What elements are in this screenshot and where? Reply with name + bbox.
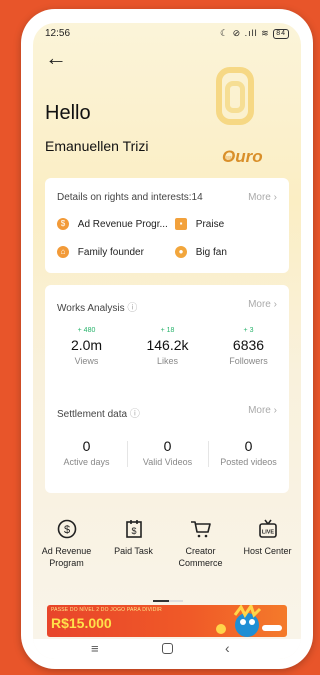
dollar-calendar-icon: $ [125, 520, 142, 538]
chevron-right-icon: › [273, 299, 277, 310]
works-title: Works Analysis ⓘ [57, 303, 138, 314]
promo-banner[interactable]: PASSE DO NÍVEL 2 DO JOGO PARA DIVIDIR R$… [47, 605, 287, 637]
stat-valid-videos[interactable]: 0 Valid Videos [127, 435, 208, 467]
stat-followers[interactable]: + 3 6836 Followers [208, 327, 289, 366]
back-nav-icon[interactable]: ‹ [225, 640, 230, 656]
info-icon[interactable]: ⓘ [130, 409, 140, 420]
rights-card[interactable]: Details on rights and interests:14 More … [45, 178, 289, 273]
banner-line1: PASSE DO NÍVEL 2 DO JOGO PARA DIVIDIR [51, 607, 162, 613]
chevron-right-icon: › [273, 405, 277, 416]
stat-posted-videos[interactable]: 0 Posted videos [208, 435, 289, 467]
settlement-more-link[interactable]: More › [248, 405, 277, 416]
level-name: Ouro [222, 147, 263, 166]
phone-frame: 12:56 ☾ ⊘ .ıll ≋ 84 ← Hello Emanuellen T… [21, 9, 313, 669]
host-center-button[interactable]: LIVE Host Center [234, 519, 301, 557]
rights-title: Details on rights and interests:14 [57, 192, 203, 203]
system-nav-bar: ≡ ‹ [33, 639, 301, 659]
family-icon: ⌂ [57, 246, 69, 258]
battery-icon: 84 [273, 28, 289, 39]
dollar-circle-icon: $ [57, 519, 76, 539]
banner-character-image [216, 605, 282, 637]
fan-person-icon: ● [175, 246, 187, 258]
status-time: 12:56 [45, 28, 71, 39]
greeting: Hello [45, 102, 91, 124]
banner-line2: R$15.000 [51, 615, 112, 631]
rights-item[interactable]: ▪ Praise [175, 218, 224, 230]
dollar-coin-icon: $ [57, 218, 69, 230]
svg-text:$: $ [131, 526, 136, 536]
shortcut-bar: $ Ad Revenue Program $ Paid Task Creator C… [33, 503, 301, 599]
shopping-cart-icon [190, 521, 211, 538]
user-name: Emanuellen Trizi [45, 138, 149, 154]
signal-icons: ☾ ⊘ .ıll ≋ [220, 28, 270, 38]
rights-more-link[interactable]: More › [248, 192, 277, 203]
back-arrow-icon[interactable]: ← [45, 47, 67, 69]
live-tv-icon: LIVE [258, 519, 277, 538]
creator-commerce-button[interactable]: Creator Commerce [167, 519, 234, 569]
menu-icon[interactable]: ≡ [91, 641, 99, 656]
status-bar: 12:56 ☾ ⊘ .ıll ≋ 84 [33, 23, 301, 45]
ad-revenue-program-button[interactable]: $ Ad Revenue Program [33, 519, 100, 569]
stat-active-days[interactable]: 0 Active days [46, 435, 127, 467]
settlement-title: Settlement data ⓘ [57, 409, 140, 420]
home-icon[interactable] [162, 643, 173, 654]
stat-views[interactable]: + 480 2.0m Views [46, 327, 127, 366]
chevron-right-icon: › [273, 192, 277, 203]
stat-likes[interactable]: + 18 146.2k Likes [127, 327, 208, 366]
status-icons: ☾ ⊘ .ıll ≋ 84 [220, 28, 289, 39]
svg-text:$: $ [63, 524, 69, 536]
paid-task-button[interactable]: $ Paid Task [100, 519, 167, 557]
analysis-card: Works Analysis ⓘ More › + 480 2.0m Views… [45, 285, 289, 493]
svg-text:LIVE: LIVE [261, 530, 274, 536]
screen: 12:56 ☾ ⊘ .ıll ≋ 84 ← Hello Emanuellen T… [33, 23, 301, 659]
rights-item[interactable]: ● Big fan [175, 246, 227, 258]
level-badge-icon: III [213, 61, 257, 163]
info-icon[interactable]: ⓘ [127, 303, 137, 314]
gift-icon: ▪ [175, 218, 187, 230]
rights-item[interactable]: $ Ad Revenue Progr... [57, 218, 168, 230]
works-more-link[interactable]: More › [248, 299, 277, 310]
page-indicator [153, 600, 183, 602]
rights-item[interactable]: ⌂ Family founder [57, 246, 144, 258]
